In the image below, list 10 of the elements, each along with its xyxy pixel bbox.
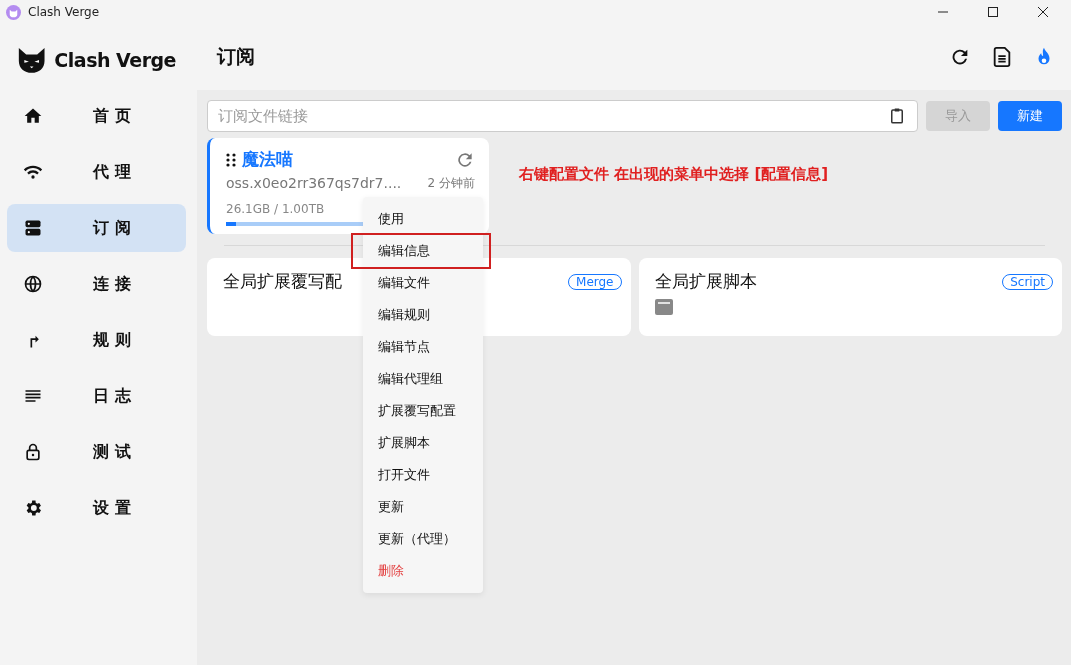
page-title: 订阅 [217, 44, 255, 69]
profile-name: 魔法喵 [242, 148, 293, 171]
profile-url: oss.x0eo2rr367qs7dr7.... [226, 175, 402, 192]
brand-name: Clash Verge [54, 49, 176, 71]
window-title: Clash Verge [28, 5, 100, 19]
update-time: 2 分钟前 [427, 175, 475, 192]
card-title: 全局扩展覆写配 [223, 270, 342, 293]
card-title: 全局扩展脚本 [654, 270, 757, 293]
annotation-text: 右键配置文件 在出现的菜单中选择 [配置信息] [519, 165, 829, 184]
usage-text: 26.1GB / 1.00TB [226, 202, 326, 216]
